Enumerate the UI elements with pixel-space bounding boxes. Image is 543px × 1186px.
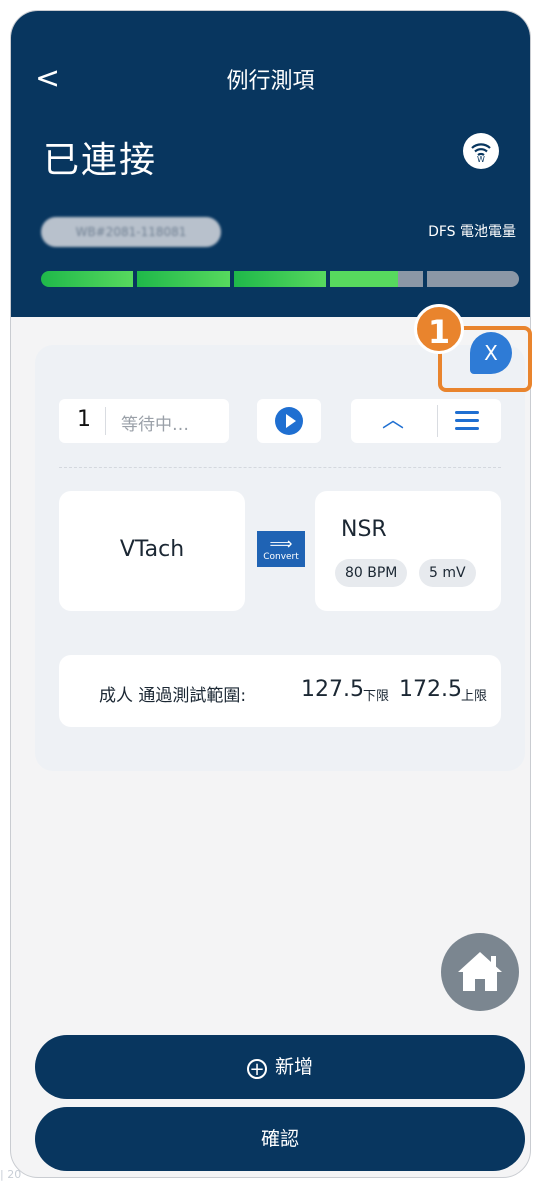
range-high: 172.5	[399, 677, 462, 702]
amplitude-chip: 5 mV	[419, 559, 476, 587]
source-rhythm-card[interactable]: VTach	[59, 491, 245, 611]
arrow-right-icon: ⟹	[269, 534, 293, 553]
range-low-unit: 下限	[363, 689, 390, 704]
battery-segment	[233, 271, 327, 287]
play-icon	[275, 407, 303, 435]
range-high-unit: 上限	[461, 689, 488, 704]
dashed-divider	[59, 467, 501, 468]
home-button[interactable]	[441, 933, 519, 1011]
menu-icon[interactable]	[455, 411, 479, 435]
test-index: 1	[77, 407, 91, 432]
divider	[437, 405, 438, 437]
test-index-field: 1 等待中…	[59, 399, 229, 443]
reorder-controls: ︿	[351, 399, 501, 443]
header-bar: < 例行測項 已連接 W WB#2081-118081 DFS 電池電量	[11, 11, 530, 317]
range-label: 成人 通過測試範圍:	[99, 686, 247, 706]
home-icon	[458, 952, 502, 991]
connection-status: 已連接	[43, 140, 158, 181]
play-button[interactable]	[257, 399, 321, 443]
confirm-label: 確認	[260, 1128, 299, 1150]
range-low: 127.5	[301, 677, 364, 702]
phone-frame: < 例行測項 已連接 W WB#2081-118081 DFS 電池電量 1 等…	[10, 10, 531, 1178]
source-rhythm: VTach	[119, 537, 185, 562]
convert-label: Convert	[263, 552, 299, 562]
wifi-icon[interactable]: W	[463, 133, 499, 169]
divider	[105, 407, 106, 435]
device-serial: WB#2081-118081	[41, 217, 221, 247]
add-button[interactable]: + 新增	[35, 1035, 525, 1099]
confirm-button[interactable]: 確認	[35, 1107, 525, 1171]
chevron-up-icon[interactable]: ︿	[373, 403, 413, 439]
callout-badge: 1	[414, 304, 464, 354]
add-label: 新增	[274, 1056, 313, 1078]
battery-segment	[137, 271, 230, 287]
pass-range-card: 成人 通過測試範圍: 127.5 下限 172.5 上限	[59, 655, 501, 727]
test-state: 等待中…	[121, 415, 189, 435]
battery-segment	[41, 271, 134, 287]
target-rhythm-card[interactable]: NSR 80 BPM 5 mV	[315, 491, 501, 611]
page-title: 例行測項	[226, 69, 315, 94]
battery-segment	[330, 271, 423, 287]
battery-bar	[41, 271, 520, 287]
svg-text:W: W	[477, 155, 485, 164]
battery-label: DFS 電池電量	[428, 224, 516, 240]
plus-circle-icon: +	[246, 1059, 267, 1079]
convert-icon: ⟹ Convert	[257, 531, 305, 567]
battery-segment	[426, 271, 520, 287]
target-rhythm: NSR	[341, 517, 387, 542]
bpm-chip: 80 BPM	[335, 559, 408, 587]
footer-text: | 20	[0, 1168, 22, 1181]
